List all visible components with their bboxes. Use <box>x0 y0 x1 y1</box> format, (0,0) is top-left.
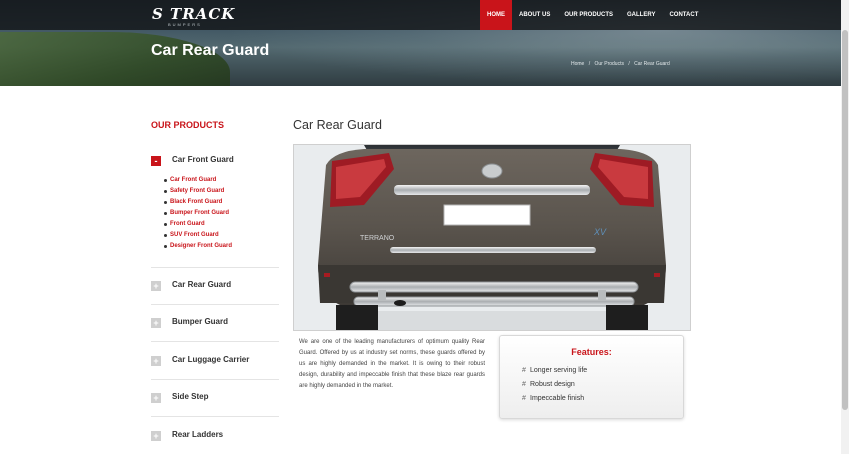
car-rear-illustration: TERRANO XV <box>294 145 690 330</box>
sidebar-divider <box>151 379 279 380</box>
sidebar-divider <box>151 416 279 417</box>
feature-item: # Impeccable finish <box>522 392 587 406</box>
top-navbar <box>0 0 849 30</box>
breadcrumb-home[interactable]: Home <box>571 61 584 67</box>
sidebar-category-label[interactable]: Car Luggage Carrier <box>172 355 249 364</box>
nav-home[interactable]: HOME <box>480 0 512 30</box>
sidebar-divider <box>151 267 279 268</box>
sidebar-divider <box>151 304 279 305</box>
sidebar-subitem[interactable]: Car Front Guard <box>164 175 232 186</box>
scrollbar-thumb[interactable] <box>842 30 848 410</box>
sidebar-category-label[interactable]: Rear Ladders <box>172 430 223 439</box>
features-list: # Longer serving life # Robust design # Imp… <box>522 364 587 406</box>
feature-label: Longer serving life <box>530 367 588 374</box>
nav-our-products[interactable]: OUR PRODUCTS <box>557 0 620 30</box>
feature-item: # Longer serving life <box>522 364 587 378</box>
features-box: Features: # Longer serving life # Robust d… <box>499 335 684 419</box>
sidebar-subitem[interactable]: Bumper Front Guard <box>164 208 232 219</box>
sidebar-category-car-rear-guard[interactable]: + Car Rear Guard <box>151 279 279 293</box>
sidebar-category-car-luggage-carrier[interactable]: + Car Luggage Carrier <box>151 354 279 368</box>
breadcrumb-current: Car Rear Guard <box>634 61 670 67</box>
product-image: TERRANO XV <box>293 144 691 331</box>
sidebar-sublist: Car Front Guard Safety Front Guard Black… <box>164 175 232 252</box>
expand-icon[interactable]: + <box>151 431 161 441</box>
product-description: We are one of the leading manufacturers … <box>299 339 485 389</box>
main-nav: HOME ABOUT US OUR PRODUCTS GALLERY CONTA… <box>480 0 705 30</box>
page-banner: S TRACK BUMPERS HOME ABOUT US OUR PRODUC… <box>0 0 849 86</box>
sidebar-subitem[interactable]: Front Guard <box>164 219 232 230</box>
collapse-icon[interactable]: - <box>151 156 161 166</box>
checkbox-icon: # <box>522 367 526 374</box>
sidebar-category-car-front-guard[interactable]: - Car Front Guard <box>151 154 279 168</box>
breadcrumb-our-products[interactable]: Our Products <box>595 61 624 67</box>
vertical-scrollbar[interactable] <box>841 0 849 454</box>
sidebar-subitem[interactable]: SUV Front Guard <box>164 230 232 241</box>
sidebar-category-label[interactable]: Car Rear Guard <box>172 280 231 289</box>
checkbox-icon: # <box>522 395 526 402</box>
sidebar-heading: OUR PRODUCTS <box>151 120 225 130</box>
breadcrumb: Home / Our Products / Car Rear Guard <box>571 61 673 67</box>
breadcrumb-separator: / <box>628 61 630 67</box>
expand-icon[interactable]: + <box>151 281 161 291</box>
sidebar-category-rear-ladders[interactable]: + Rear Ladders <box>151 429 279 443</box>
expand-icon[interactable]: + <box>151 356 161 366</box>
sidebar-category-side-step[interactable]: + Side Step <box>151 391 279 405</box>
sidebar-divider <box>151 341 279 342</box>
nav-contact[interactable]: CONTACT <box>662 0 705 30</box>
product-title: Car Rear Guard <box>293 118 382 132</box>
site-logo[interactable]: S TRACK <box>152 5 235 23</box>
nav-gallery[interactable]: GALLERY <box>620 0 662 30</box>
feature-label: Impeccable finish <box>530 395 585 402</box>
feature-label: Robust design <box>530 381 575 388</box>
sidebar-category-label[interactable]: Car Front Guard <box>172 155 234 164</box>
breadcrumb-separator: / <box>588 61 591 67</box>
site-logo-subtitle: BUMPERS <box>168 22 202 27</box>
sidebar-category-label[interactable]: Bumper Guard <box>172 317 228 326</box>
model-badge: TERRANO <box>360 235 395 242</box>
sidebar-category-bumper-guard[interactable]: + Bumper Guard <box>151 316 279 330</box>
expand-icon[interactable]: + <box>151 318 161 328</box>
sidebar-subitem[interactable]: Safety Front Guard <box>164 186 232 197</box>
feature-item: # Robust design <box>522 378 587 392</box>
sidebar-subitem[interactable]: Designer Front Guard <box>164 241 232 252</box>
nav-about-us[interactable]: ABOUT US <box>512 0 557 30</box>
sidebar-category-label[interactable]: Side Step <box>172 392 208 401</box>
page-title: Car Rear Guard <box>151 42 270 59</box>
expand-icon[interactable]: + <box>151 393 161 403</box>
checkbox-icon: # <box>522 381 526 388</box>
variant-badge: XV <box>593 227 607 237</box>
sidebar-subitem[interactable]: Black Front Guard <box>164 197 232 208</box>
features-heading: Features: <box>571 347 612 357</box>
